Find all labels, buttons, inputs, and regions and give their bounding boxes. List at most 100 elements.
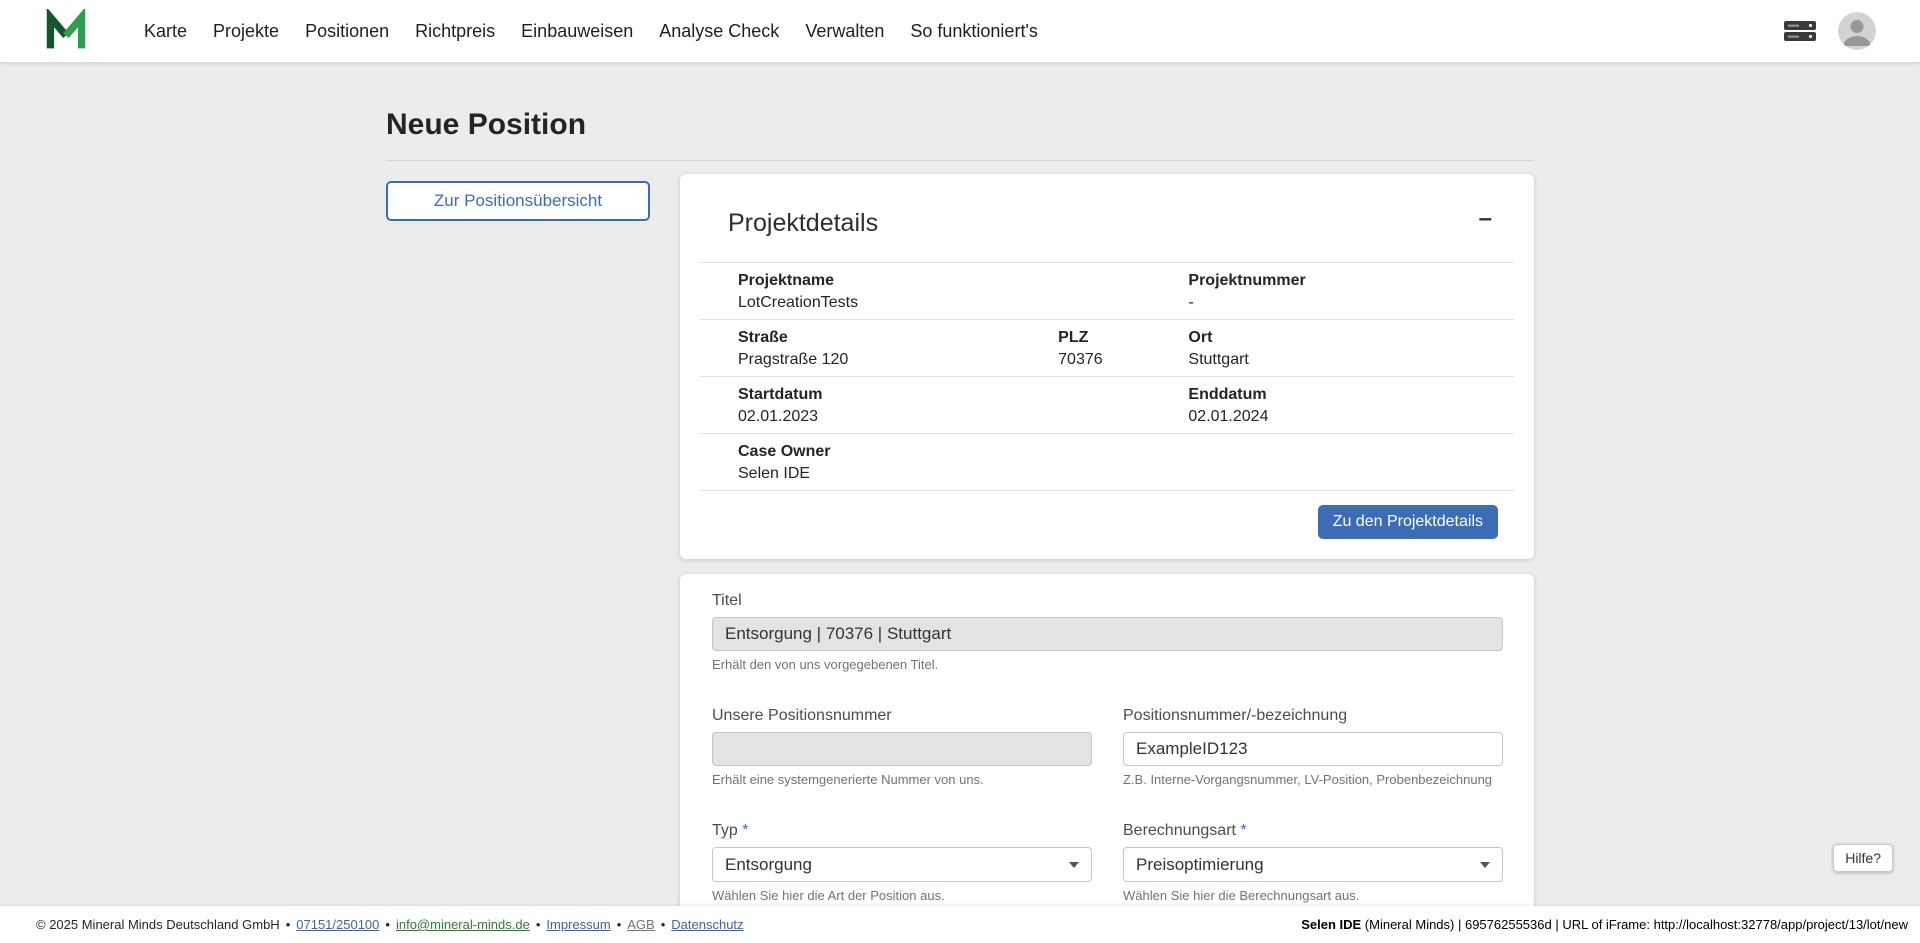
separator: •	[617, 917, 622, 932]
datenschutz-link[interactable]: Datenschutz	[671, 917, 743, 932]
unsere-positionsnummer-label: Unsere Positionsnummer	[712, 706, 1092, 725]
to-project-details-button[interactable]: Zu den Projektdetails	[1318, 505, 1498, 539]
field-label: Case Owner	[738, 442, 1506, 461]
titel-help: Erhält den von uns vorgegebenen Titel.	[712, 657, 1503, 672]
field-plz: PLZ 70376	[1058, 320, 1188, 377]
user-avatar[interactable]	[1838, 12, 1876, 50]
person-icon	[1838, 12, 1876, 50]
position-form-card: Titel Erhält den von uns vorgegebenen Ti…	[680, 574, 1534, 906]
main-content: Neue Position Zur Positionsübersicht Pro…	[0, 62, 1920, 906]
page-title: Neue Position	[386, 108, 1534, 161]
table-row: Case Owner Selen IDE	[700, 434, 1514, 491]
field-value: Stuttgart	[1188, 350, 1506, 369]
berechnungsart-group: Berechnungsart * Preisoptimierung Wählen…	[1123, 821, 1503, 903]
field-value: LotCreationTests	[738, 293, 1180, 312]
separator: •	[385, 917, 390, 932]
berechnungsart-label: Berechnungsart *	[1123, 821, 1503, 840]
session-details: (Mineral Minds) | 69576255536d | URL of …	[1361, 917, 1908, 932]
table-row: Straße Pragstraße 120 PLZ 70376 Ort Stut…	[700, 320, 1514, 377]
field-value: 02.01.2023	[738, 407, 1180, 426]
session-debug-info: Selen IDE (Mineral Minds) | 69576255536d…	[1301, 917, 1908, 932]
agb-link[interactable]: AGB	[627, 917, 654, 932]
left-column: Zur Positionsübersicht	[386, 174, 650, 221]
separator: •	[661, 917, 666, 932]
main-nav: Karte Projekte Positionen Richtpreis Ein…	[144, 21, 1038, 42]
footer: © 2025 Mineral Minds Deutschland GmbH • …	[0, 906, 1920, 943]
field-value: 70376	[1058, 350, 1180, 369]
berechnungsart-select[interactable]: Preisoptimierung	[1123, 847, 1503, 882]
positionsnummer-help: Z.B. Interne-Vorgangsnummer, LV-Position…	[1123, 772, 1503, 787]
field-projektnummer: Projektnummer -	[1188, 263, 1514, 320]
field-label: Projektnummer	[1188, 271, 1506, 290]
separator: •	[286, 917, 291, 932]
positions-overview-button[interactable]: Zur Positionsübersicht	[386, 181, 650, 221]
required-asterisk: *	[742, 822, 748, 839]
berechnungsart-label-text: Berechnungsart	[1123, 822, 1236, 839]
navbar: Karte Projekte Positionen Richtpreis Ein…	[0, 0, 1920, 62]
table-row: Startdatum 02.01.2023 Enddatum 02.01.202…	[700, 377, 1514, 434]
field-projektname: Projektname LotCreationTests	[700, 263, 1188, 320]
field-startdatum: Startdatum 02.01.2023	[700, 377, 1188, 434]
server-icon[interactable]	[1784, 20, 1816, 42]
field-label: Startdatum	[738, 385, 1180, 404]
positionsnummer-label: Positionsnummer/-bezeichnung	[1123, 706, 1503, 725]
titel-label: Titel	[712, 591, 1503, 610]
typ-help: Wählen Sie hier die Art der Position aus…	[712, 888, 1092, 903]
collapse-button[interactable]: –	[1479, 208, 1492, 230]
project-details-title: Projektdetails	[728, 208, 878, 238]
titel-input	[712, 617, 1503, 651]
project-details-table: Projektname LotCreationTests Projektnumm…	[700, 262, 1514, 491]
positionsnummer-input[interactable]	[1123, 732, 1503, 766]
field-value: 02.01.2024	[1188, 407, 1506, 426]
field-strasse: Straße Pragstraße 120	[700, 320, 1058, 377]
unsere-positionsnummer-help: Erhält eine systemgenerierte Nummer von …	[712, 772, 1092, 787]
nav-item-positionen[interactable]: Positionen	[305, 21, 389, 42]
typ-group: Typ * Entsorgung Wählen Sie hier die Art…	[712, 821, 1092, 903]
nav-item-karte[interactable]: Karte	[144, 21, 187, 42]
logo[interactable]	[44, 9, 88, 53]
typ-label: Typ *	[712, 821, 1092, 840]
field-label: Straße	[738, 328, 1050, 347]
nav-item-einbauweisen[interactable]: Einbauweisen	[521, 21, 633, 42]
chevron-down-icon	[1069, 862, 1079, 868]
berechnungsart-help: Wählen Sie hier die Berechnungsart aus.	[1123, 888, 1503, 903]
field-label: Projektname	[738, 271, 1180, 290]
phone-link[interactable]: 07151/250100	[296, 917, 379, 932]
typ-select[interactable]: Entsorgung	[712, 847, 1092, 882]
nav-item-so-funktionierts[interactable]: So funktioniert's	[910, 21, 1038, 42]
unsere-positionsnummer-group: Unsere Positionsnummer Erhält eine syste…	[712, 706, 1092, 787]
field-label: Ort	[1188, 328, 1506, 347]
nav-item-verwalten[interactable]: Verwalten	[805, 21, 884, 42]
unsere-positionsnummer-input	[712, 732, 1092, 766]
field-enddatum: Enddatum 02.01.2024	[1188, 377, 1514, 434]
field-value: Selen IDE	[738, 464, 1506, 483]
field-value: Pragstraße 120	[738, 350, 1050, 369]
email-link[interactable]: info@mineral-minds.de	[396, 917, 530, 932]
field-case-owner: Case Owner Selen IDE	[700, 434, 1514, 491]
table-row: Projektname LotCreationTests Projektnumm…	[700, 263, 1514, 320]
chevron-down-icon	[1480, 862, 1490, 868]
help-button[interactable]: Hilfe?	[1833, 844, 1893, 872]
impressum-link[interactable]: Impressum	[546, 917, 610, 932]
project-details-card: Projektdetails – Projektname LotCreation…	[680, 174, 1534, 559]
field-label: PLZ	[1058, 328, 1180, 347]
field-value: -	[1188, 293, 1506, 312]
berechnungsart-selected-value: Preisoptimierung	[1136, 855, 1264, 875]
nav-item-richtpreis[interactable]: Richtpreis	[415, 21, 495, 42]
field-ort: Ort Stuttgart	[1188, 320, 1514, 377]
navbar-right	[1784, 12, 1876, 50]
separator: •	[536, 917, 541, 932]
nav-item-projekte[interactable]: Projekte	[213, 21, 279, 42]
field-label: Enddatum	[1188, 385, 1506, 404]
titel-group: Titel Erhält den von uns vorgegebenen Ti…	[712, 591, 1503, 672]
nav-item-analyse-check[interactable]: Analyse Check	[659, 21, 779, 42]
copyright-text: © 2025 Mineral Minds Deutschland GmbH	[36, 917, 280, 932]
typ-selected-value: Entsorgung	[725, 855, 812, 875]
typ-label-text: Typ	[712, 822, 738, 839]
right-column: Projektdetails – Projektname LotCreation…	[680, 174, 1534, 906]
footer-left: © 2025 Mineral Minds Deutschland GmbH • …	[36, 917, 744, 932]
positionsnummer-group: Positionsnummer/-bezeichnung Z.B. Intern…	[1123, 706, 1503, 787]
mineral-minds-logo-icon	[44, 9, 88, 53]
required-asterisk: *	[1240, 822, 1246, 839]
session-user: Selen IDE	[1301, 917, 1361, 932]
